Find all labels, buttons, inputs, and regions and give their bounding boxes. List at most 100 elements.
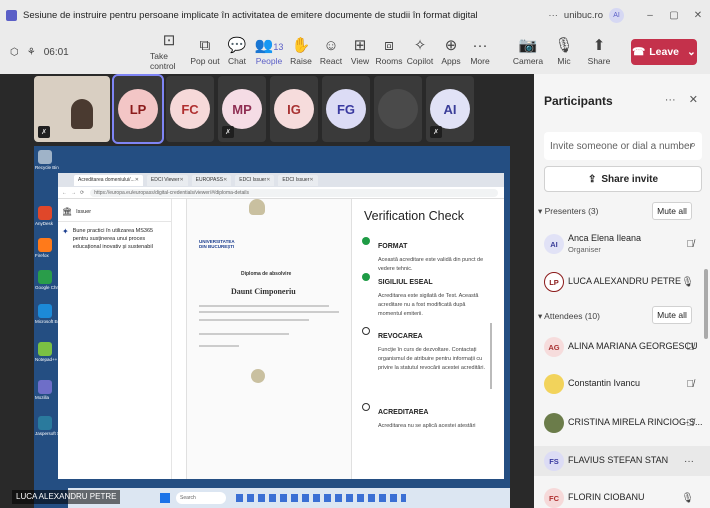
participant-tile[interactable]: LP — [112, 74, 164, 144]
desktop-app-icon[interactable] — [38, 380, 52, 394]
holder-name: Daunt Cimponeriu — [231, 287, 296, 296]
org-name[interactable]: unibuc.ro — [564, 10, 603, 21]
close-icon[interactable]: ✕ — [689, 94, 698, 106]
chat-button[interactable]: 💬 Chat — [222, 30, 252, 74]
participant-avatar: FS — [544, 451, 564, 471]
take-control-button[interactable]: ⊡ Take control — [150, 30, 188, 74]
back-icon[interactable]: ← — [62, 190, 67, 196]
close-tab-icon[interactable]: ✕ — [179, 177, 183, 183]
participant-name: ALINA MARIANA GEORGESCU — [568, 341, 698, 351]
desktop-app-icon[interactable] — [38, 304, 52, 318]
chevron-down-icon[interactable]: ⌄ — [687, 46, 696, 58]
desktop-app-icon[interactable] — [38, 150, 52, 164]
close-tab-icon[interactable]: ✕ — [266, 177, 270, 183]
participant-row[interactable]: FS FLAVIUS STEFAN STAN ··· — [534, 446, 710, 476]
browser-tab[interactable]: EDCI Issuer ✕ — [235, 174, 275, 186]
share-invite-button[interactable]: ⇪ Share invite — [544, 166, 702, 192]
participant-tile[interactable]: IG — [270, 76, 318, 142]
taskbar-apps-icon[interactable] — [236, 494, 406, 502]
browser-tab[interactable]: EDCI Viewer ✕ — [146, 174, 188, 186]
leave-button[interactable]: ☎ Leave ⌄ — [631, 39, 697, 65]
connection-icon[interactable]: ⚘ — [27, 47, 36, 58]
participant-tile[interactable]: AI ✗ — [426, 76, 474, 142]
close-tab-icon[interactable]: ✕ — [135, 177, 139, 183]
mic-off-icon[interactable]: 🎙̸ — [687, 379, 695, 390]
taskbar-search[interactable]: Search — [176, 492, 226, 504]
scrollbar[interactable] — [490, 323, 492, 389]
panel-scrollbar[interactable] — [704, 269, 708, 339]
forward-icon[interactable]: → — [71, 190, 76, 196]
participant-avatar: IG — [274, 89, 314, 129]
mic-icon[interactable]: 🎙 — [681, 277, 694, 288]
share-icon: ⬆ — [592, 37, 606, 54]
share-invite-label: Share invite — [601, 173, 659, 185]
raise-button[interactable]: ✋ Raise — [286, 30, 316, 74]
mute-all-attendees-button[interactable]: Mute all — [652, 306, 692, 324]
invite-input[interactable]: Invite someone or dial a number ⌕ — [544, 132, 702, 160]
react-button[interactable]: ☺ React — [316, 30, 346, 74]
browser-tab-bar: Acreditarea domeniului/... ✕ EDCI Viewer … — [58, 173, 504, 187]
mic-off-icon[interactable]: 🎙̸ — [687, 418, 695, 429]
account-avatar[interactable]: AI — [609, 7, 624, 23]
maximize-button[interactable]: ▢ — [662, 10, 686, 21]
view-button[interactable]: ⊞ View — [346, 30, 374, 74]
reload-icon[interactable]: ⟳ — [80, 190, 84, 196]
participant-row[interactable]: Constantin Ivancu 🎙̸ — [534, 369, 710, 399]
participant-row[interactable]: AI Anca Elena Ileana Organiser 🎙̸ — [534, 229, 710, 259]
rooms-button[interactable]: ⧈ Rooms — [374, 30, 404, 74]
more-options-icon[interactable]: ··· — [665, 94, 676, 106]
more-options-icon[interactable]: ··· — [548, 10, 558, 21]
participant-tile[interactable]: FC — [166, 76, 214, 142]
browser-tab[interactable]: EUROPASS ✕ — [191, 174, 232, 186]
presenters-header[interactable]: ▾ Presenters (3) — [538, 206, 599, 217]
browser-tab[interactable]: EDCI Issuer ✕ — [278, 174, 318, 186]
participant-row[interactable]: LP LUCA ALEXANDRU PETRE 🎙 — [534, 267, 710, 297]
desktop-app-icon[interactable] — [38, 270, 52, 284]
mic-off-icon[interactable]: 🎙̸ — [687, 342, 695, 353]
participant-row[interactable]: AG ALINA MARIANA GEORGESCU 🎙̸ — [534, 332, 710, 362]
diploma-subtitle: Diploma de absolvire — [241, 271, 292, 277]
participant-tile[interactable]: FG — [322, 76, 370, 142]
desktop-app-icon[interactable] — [38, 342, 52, 356]
url-field[interactable]: https://europa.eu/europass/digital-crede… — [90, 188, 498, 197]
taskbar-search-label: Search — [180, 495, 196, 501]
windows-start-icon[interactable] — [160, 493, 170, 503]
participant-avatar: LP — [118, 89, 158, 129]
people-icon: 👥 — [254, 37, 274, 54]
desktop-app-icon[interactable] — [38, 416, 52, 430]
more-options-icon[interactable]: ··· — [684, 456, 694, 467]
mute-all-presenters-button[interactable]: Mute all — [652, 202, 692, 220]
mic-off-icon[interactable]: 🎙̸ — [687, 239, 695, 250]
camera-button[interactable]: 📷 Camera — [510, 30, 546, 74]
view-icon: ⊞ — [353, 37, 367, 54]
desktop-app-label: Mozilla — [35, 395, 50, 400]
apps-button[interactable]: ⊕ Apps — [436, 30, 466, 74]
close-tab-icon[interactable]: ✕ — [309, 177, 313, 183]
shield-icon[interactable]: ⬡ — [10, 47, 19, 58]
course-item[interactable]: Bune practici în utilizarea MS365 pentru… — [73, 227, 169, 251]
browser-tab[interactable]: Acreditarea domeniului/... ✕ — [74, 174, 143, 186]
more-button[interactable]: ··· More — [466, 30, 494, 74]
people-icon-wrap: 👥 13 — [255, 38, 284, 56]
mic-button[interactable]: 🎙 Mic — [546, 30, 582, 74]
participant-tile[interactable]: MP ✗ — [218, 76, 266, 142]
participant-avatar: FC — [170, 89, 210, 129]
tab-label: Acreditarea domeniului/... — [78, 177, 135, 183]
people-button[interactable]: 👥 13 People — [252, 30, 286, 74]
copilot-button[interactable]: ✧ Copilot — [404, 30, 436, 74]
minimize-button[interactable]: – — [638, 10, 662, 21]
close-tab-icon[interactable]: ✕ — [223, 177, 227, 183]
participant-row[interactable]: FC FLORIN CIOBANU 🎙 — [534, 483, 710, 508]
mic-icon[interactable]: 🎙 — [681, 493, 694, 504]
participant-tile[interactable] — [374, 76, 422, 142]
pop-out-button[interactable]: ⧉ Pop out — [188, 30, 222, 74]
participant-tile[interactable]: ✗ — [34, 76, 110, 142]
share-button[interactable]: ⬆ Share — [582, 30, 616, 74]
desktop-app-icon[interactable] — [38, 206, 52, 220]
copilot-icon: ✧ — [413, 37, 427, 54]
desktop-app-icon[interactable] — [38, 238, 52, 252]
tab-label: EDCI Issuer — [282, 177, 310, 183]
close-button[interactable]: ✕ — [686, 10, 710, 21]
attendees-header[interactable]: ▾ Attendees (10) — [538, 311, 600, 322]
participant-row[interactable]: CRISTINA MIRELA RINCIOG-S... 🎙̸ — [534, 408, 710, 438]
